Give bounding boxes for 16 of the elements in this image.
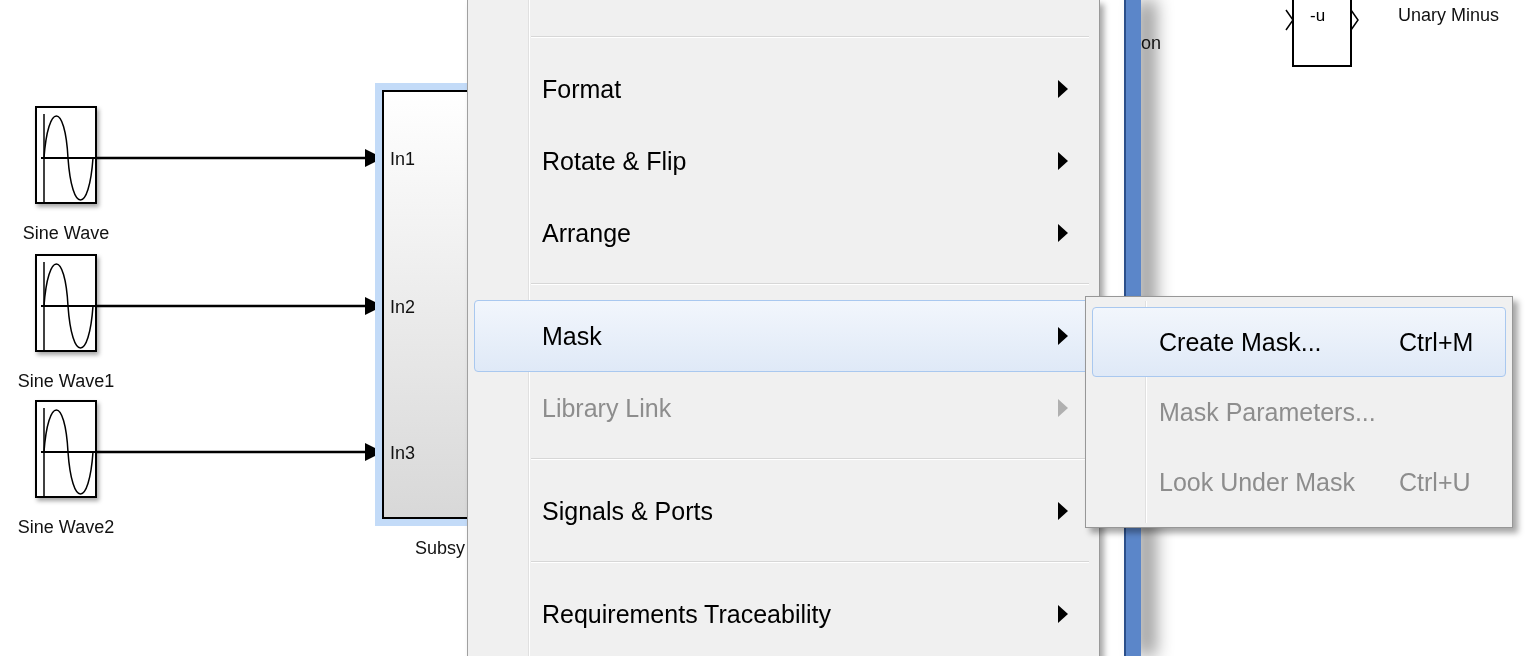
window-text: on [1141,32,1162,54]
block-label: Sine Wave [21,222,111,244]
block-symbol: -u [1310,6,1326,26]
block-label: Subsy [415,537,466,560]
sine-wave-block[interactable] [35,106,97,204]
sine-wave-block[interactable] [35,400,97,498]
unary-minus-block[interactable] [1285,0,1359,67]
block-label: Sine Wave2 [16,516,116,538]
port-label: In2 [390,296,416,318]
port-label: In3 [390,442,416,464]
menu-item[interactable]: Create Mask... Ctrl+M [1092,307,1506,377]
block-label: Unary Minus [1398,4,1500,26]
block-label: Sine Wave1 [16,370,116,392]
port-label: In1 [390,148,416,170]
sine-wave-block[interactable] [35,254,97,352]
menu-item[interactable]: Requirements Traceability [474,578,1099,650]
